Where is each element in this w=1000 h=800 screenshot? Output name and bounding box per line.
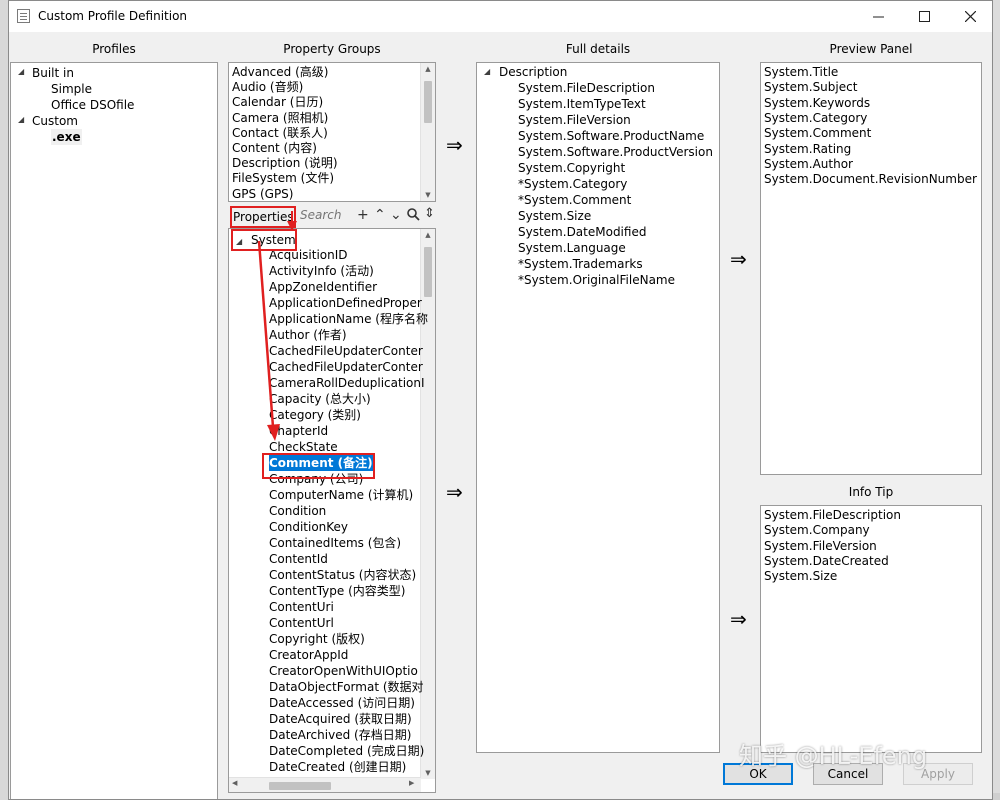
background-window-left bbox=[0, 0, 8, 800]
custom-profile-dialog: Custom Profile Definition Profiles Prope… bbox=[8, 0, 993, 800]
watermark: 知乎 @HL-Efeng bbox=[739, 742, 928, 770]
annotation-arrows bbox=[257, 211, 297, 441]
background-window-right bbox=[993, 0, 1000, 800]
